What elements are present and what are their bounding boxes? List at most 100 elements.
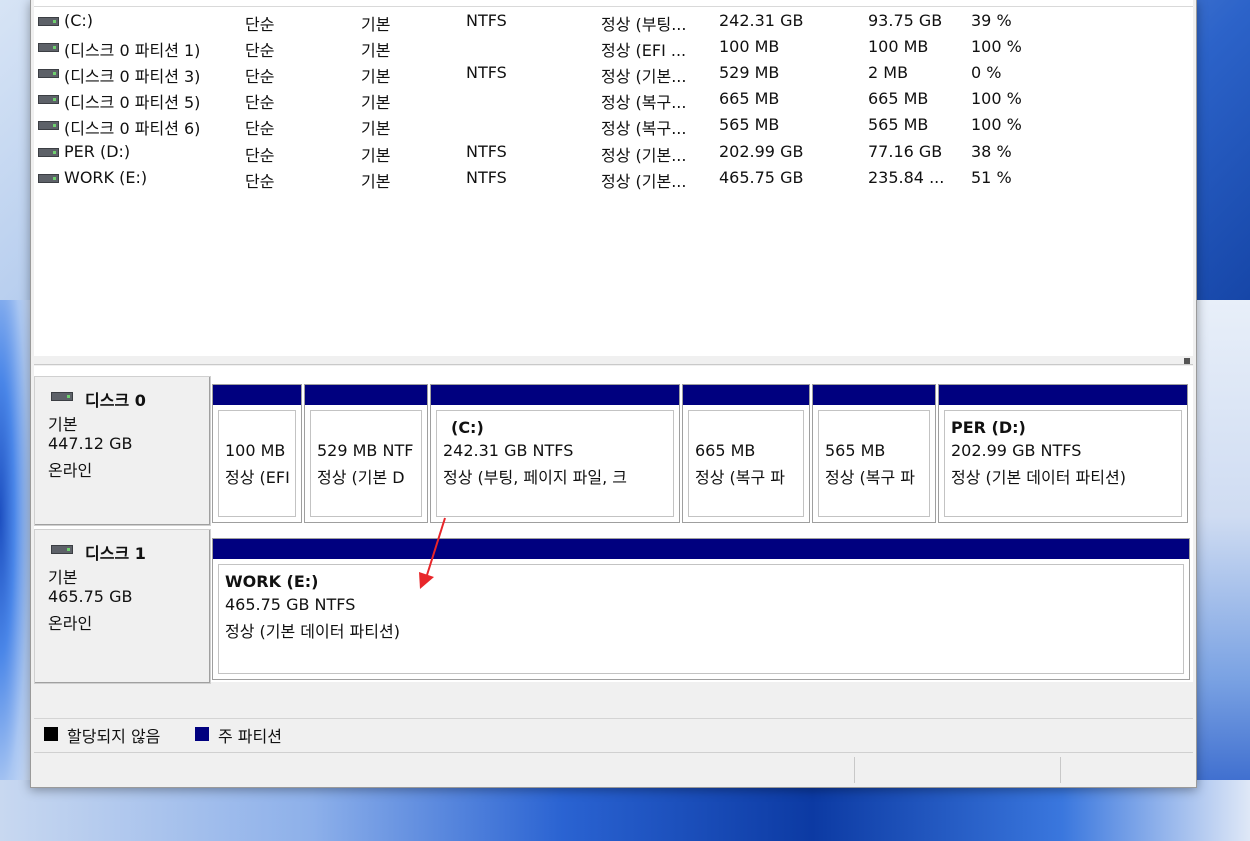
partition-c[interactable]: (C:) 242.31 GB NTFS 정상 (부팅, 페이지 파일, 크: [430, 384, 680, 523]
volume-status: 정상 (복구...: [601, 119, 687, 138]
disk-type: 기본: [48, 568, 78, 587]
partition-name: PER (D:): [951, 418, 1026, 437]
volume-pct-free: 100 %: [971, 89, 1022, 108]
partition-size: 202.99 GB NTFS: [951, 441, 1082, 460]
volume-layout: 단순: [245, 172, 275, 191]
volume-pct-free: 100 %: [971, 115, 1022, 134]
drive-icon: [38, 174, 59, 183]
partition-body: WORK (E:) 465.75 GB NTFS 정상 (기본 데이터 파티션): [218, 564, 1184, 674]
volume-fs: NTFS: [466, 142, 507, 161]
partition-status: 정상 (기본 데이터 파티션): [225, 622, 400, 641]
volume-free: 93.75 GB: [868, 11, 943, 30]
volume-name: (C:): [64, 11, 94, 30]
volume-row-c[interactable]: (C:) 단순 기본 NTFS 정상 (부팅... 242.31 GB 93.7…: [34, 8, 1193, 34]
volume-status: 정상 (기본...: [601, 146, 687, 165]
partition-status: 정상 (복구 파: [695, 468, 786, 487]
volume-name: (디스크 0 파티션 6): [64, 119, 201, 138]
volume-capacity: 242.31 GB: [719, 11, 804, 30]
volume-status: 정상 (복구...: [601, 93, 687, 112]
primary-partition-bar: [431, 385, 679, 405]
volume-free: 565 MB: [868, 115, 929, 134]
disk-graph-view: 디스크 0 기본 447.12 GB 온라인 100 MB 정상 (EFI 52…: [34, 366, 1193, 684]
partition-size: 465.75 GB NTFS: [225, 595, 356, 614]
volume-status: 정상 (부팅...: [601, 15, 687, 34]
drive-icon: [38, 17, 59, 26]
partition-body: 565 MB 정상 (복구 파: [818, 410, 930, 517]
partition-status: 정상 (기본 데이터 파티션): [951, 468, 1126, 487]
drive-icon: [38, 148, 59, 157]
volume-type: 기본: [361, 93, 391, 112]
volume-pct-free: 38 %: [971, 142, 1012, 161]
partition-e[interactable]: WORK (E:) 465.75 GB NTFS 정상 (기본 데이터 파티션): [212, 538, 1190, 680]
volume-name: PER (D:): [64, 142, 131, 161]
volume-free: 665 MB: [868, 89, 929, 108]
disk-1-label[interactable]: 디스크 1 기본 465.75 GB 온라인: [34, 529, 211, 684]
volume-fs: NTFS: [466, 168, 507, 187]
horizontal-scrollbar[interactable]: [34, 356, 1193, 364]
resize-grip-icon[interactable]: [1184, 358, 1190, 364]
partition-size: 565 MB: [825, 441, 886, 460]
volume-row-p3[interactable]: (디스크 0 파티션 3) 단순 기본 NTFS 정상 (기본... 529 M…: [34, 60, 1193, 86]
disk-0-label[interactable]: 디스크 0 기본 447.12 GB 온라인: [34, 376, 211, 526]
volume-type: 기본: [361, 119, 391, 138]
disk-state: 온라인: [48, 461, 93, 480]
partition-name: WORK (E:): [225, 572, 319, 591]
partition-size: 100 MB: [225, 441, 286, 460]
partition-size: 242.31 GB NTFS: [443, 441, 574, 460]
volume-row-e[interactable]: WORK (E:) 단순 기본 NTFS 정상 (기본... 465.75 GB…: [34, 165, 1193, 191]
volume-layout: 단순: [245, 67, 275, 86]
status-divider: [854, 757, 855, 783]
partition-disk0-5[interactable]: 665 MB 정상 (복구 파: [682, 384, 810, 523]
volume-status: 정상 (EFI ...: [601, 41, 687, 60]
disk-type: 기본: [48, 415, 78, 434]
volume-name: (디스크 0 파티션 3): [64, 67, 201, 86]
volume-list[interactable]: (C:) 단순 기본 NTFS 정상 (부팅... 242.31 GB 93.7…: [34, 0, 1193, 365]
volume-name: WORK (E:): [64, 168, 148, 187]
disk-size: 447.12 GB: [48, 434, 133, 453]
desktop-wallpaper-left: [0, 300, 34, 841]
volume-type: 기본: [361, 41, 391, 60]
primary-partition-bar: [213, 539, 1189, 559]
status-divider: [1060, 757, 1061, 783]
volume-row-p1[interactable]: (디스크 0 파티션 1) 단순 기본 정상 (EFI ... 100 MB 1…: [34, 34, 1193, 60]
volume-free: 77.16 GB: [868, 142, 943, 161]
volume-layout: 단순: [245, 119, 275, 138]
volume-free: 100 MB: [868, 37, 929, 56]
desktop-wallpaper-right: [1194, 300, 1250, 841]
unallocated-swatch: [44, 727, 58, 741]
partition-disk0-6[interactable]: 565 MB 정상 (복구 파: [812, 384, 936, 523]
volume-pct-free: 100 %: [971, 37, 1022, 56]
volume-capacity: 565 MB: [719, 115, 780, 134]
partition-d[interactable]: PER (D:) 202.99 GB NTFS 정상 (기본 데이터 파티션): [938, 384, 1188, 523]
volume-row-p5[interactable]: (디스크 0 파티션 5) 단순 기본 정상 (복구... 665 MB 665…: [34, 86, 1193, 112]
disk-management-window: (C:) 단순 기본 NTFS 정상 (부팅... 242.31 GB 93.7…: [30, 0, 1197, 788]
volume-layout: 단순: [245, 93, 275, 112]
volume-capacity: 100 MB: [719, 37, 780, 56]
volume-pct-free: 39 %: [971, 11, 1012, 30]
drive-icon: [38, 69, 59, 78]
volume-layout: 단순: [245, 146, 275, 165]
partition-body: (C:) 242.31 GB NTFS 정상 (부팅, 페이지 파일, 크: [436, 410, 674, 517]
partition-body: 100 MB 정상 (EFI: [218, 410, 296, 517]
status-bar: [34, 752, 1193, 786]
volume-fs: NTFS: [466, 11, 507, 30]
partition-body: PER (D:) 202.99 GB NTFS 정상 (기본 데이터 파티션): [944, 410, 1182, 517]
partition-disk0-1[interactable]: 100 MB 정상 (EFI: [212, 384, 302, 523]
primary-partition-swatch: [195, 727, 209, 741]
volume-type: 기본: [361, 15, 391, 34]
legend-primary-label: 주 파티션: [218, 727, 282, 746]
volume-capacity: 202.99 GB: [719, 142, 804, 161]
volume-name: (디스크 0 파티션 5): [64, 93, 201, 112]
legend-unallocated-label: 할당되지 않음: [67, 727, 161, 746]
volume-pct-free: 51 %: [971, 168, 1012, 187]
partition-disk0-3[interactable]: 529 MB NTF 정상 (기본 D: [304, 384, 428, 523]
column-header-edge: [34, 0, 1193, 7]
volume-type: 기본: [361, 67, 391, 86]
drive-icon: [38, 95, 59, 104]
volume-row-p6[interactable]: (디스크 0 파티션 6) 단순 기본 정상 (복구... 565 MB 565…: [34, 112, 1193, 138]
disk-icon: [51, 545, 73, 554]
volume-row-d[interactable]: PER (D:) 단순 기본 NTFS 정상 (기본... 202.99 GB …: [34, 139, 1193, 165]
volume-type: 기본: [361, 146, 391, 165]
drive-icon: [38, 121, 59, 130]
volume-status: 정상 (기본...: [601, 172, 687, 191]
